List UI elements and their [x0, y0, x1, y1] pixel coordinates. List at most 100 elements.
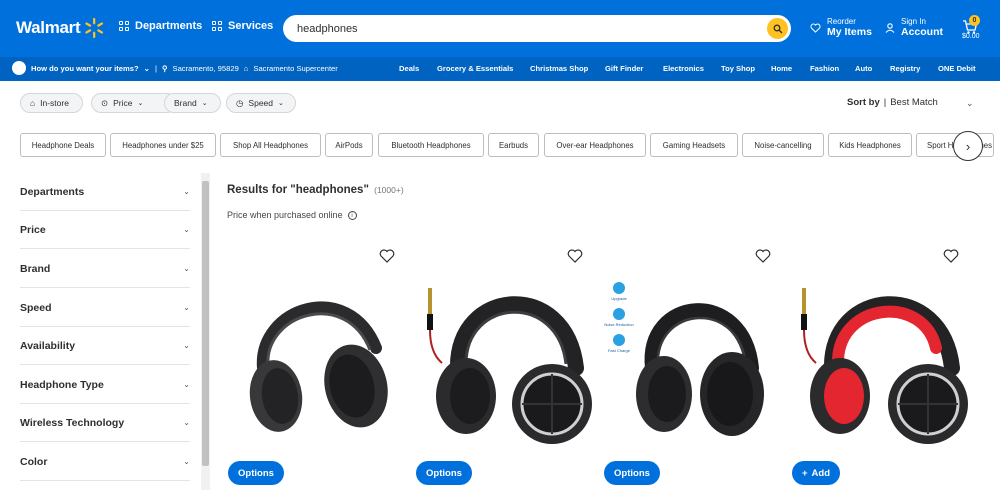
product-card[interactable]: + Add: [792, 248, 972, 490]
price-note: Price when purchased online i: [227, 210, 357, 220]
zip-label: Sacramento, 95829: [172, 63, 239, 73]
sidebar-item-speed[interactable]: Speed ⌄: [20, 289, 190, 327]
button-label: Options: [614, 467, 650, 479]
chevron-down-icon: ⌄: [278, 100, 284, 107]
chevron-down-icon[interactable]: ⌄: [966, 98, 974, 109]
nav-gift-finder[interactable]: Gift Finder: [605, 64, 643, 73]
grid-icon: [212, 21, 222, 31]
pill-earbuds[interactable]: Earbuds: [488, 133, 539, 157]
add-to-cart-button[interactable]: + Add: [792, 461, 840, 485]
nav-grocery[interactable]: Grocery & Essentials: [437, 64, 513, 73]
chevron-down-icon: ⌄: [183, 341, 190, 350]
product-image[interactable]: [228, 268, 408, 448]
chevron-down-icon: ⌄: [183, 457, 190, 466]
chip-speed[interactable]: ◷ Speed ⌄: [226, 93, 296, 113]
departments-menu[interactable]: Departments: [119, 20, 202, 32]
search-icon: [773, 24, 782, 33]
chevron-down-icon: ⌄: [183, 418, 190, 427]
search-button[interactable]: [767, 18, 788, 39]
favorite-heart-icon[interactable]: [943, 248, 959, 264]
sidebar-item-brand[interactable]: Brand ⌄: [20, 250, 190, 288]
price-note-text: Price when purchased online: [227, 210, 343, 220]
pill-kids[interactable]: Kids Headphones: [828, 133, 912, 157]
fulfillment-label: How do you want your items?: [31, 63, 139, 73]
sidebar-item-departments[interactable]: Departments ⌄: [20, 173, 190, 211]
product-image[interactable]: [604, 268, 784, 448]
nav-home[interactable]: Home: [771, 64, 792, 73]
product-card[interactable]: Options: [228, 248, 408, 490]
sidebar-item-color[interactable]: Color ⌄: [20, 443, 190, 481]
options-button[interactable]: Options: [228, 461, 284, 485]
results-count: (1000+): [374, 185, 404, 195]
chevron-down-icon: ⌄: [183, 187, 190, 196]
favorite-heart-icon[interactable]: [755, 248, 771, 264]
sidebar-item-label: Color: [20, 455, 48, 468]
nav-registry[interactable]: Registry: [890, 64, 920, 73]
options-button[interactable]: Options: [604, 461, 660, 485]
sidebar-item-availability[interactable]: Availability ⌄: [20, 327, 190, 365]
product-card[interactable]: Options: [416, 248, 596, 490]
sort-divider: |: [883, 97, 887, 108]
pill-headphones-under-25[interactable]: Headphones under $25: [110, 133, 216, 157]
clock-icon: ◷: [236, 97, 244, 108]
results-title-text: Results for "headphones": [227, 184, 369, 196]
services-menu[interactable]: Services: [212, 20, 273, 32]
chevron-down-icon: ⌄: [183, 264, 190, 273]
nav-christmas[interactable]: Christmas Shop: [530, 64, 588, 73]
user-icon: [885, 22, 895, 33]
nav-auto[interactable]: Auto: [855, 64, 872, 73]
product-image[interactable]: [792, 268, 972, 448]
grid-icon: [119, 21, 129, 31]
sidebar-scrollbar[interactable]: [201, 173, 210, 490]
nav-fashion[interactable]: Fashion: [810, 64, 839, 73]
account-link[interactable]: Sign In Account: [885, 17, 943, 38]
fulfillment-selector[interactable]: How do you want your items? ⌄ | ⚲ Sacram…: [12, 61, 338, 75]
nav-deals[interactable]: Deals: [399, 64, 419, 73]
sidebar-item-wireless[interactable]: Wireless Technology ⌄: [20, 404, 190, 442]
chevron-down-icon: ⌄: [137, 100, 144, 107]
chip-in-store[interactable]: ⌂ In-store: [20, 93, 83, 113]
chevron-down-icon: ⌄: [183, 225, 190, 234]
sidebar-item-label: Departments: [20, 185, 85, 198]
product-image[interactable]: [416, 268, 596, 448]
sort-selector[interactable]: Sort by | Best Match: [847, 97, 938, 108]
nav-toy-shop[interactable]: Toy Shop: [721, 64, 755, 73]
search-input[interactable]: [297, 22, 737, 35]
heart-icon: [810, 23, 821, 33]
filter-sidebar: Departments ⌄ Price ⌄ Brand ⌄ Speed ⌄ Availa…: [0, 173, 210, 490]
services-label: Services: [228, 20, 274, 32]
reorder-big-label: My Items: [827, 26, 872, 38]
pill-gaming[interactable]: Gaming Headsets: [650, 133, 738, 157]
sidebar-item-headphone-type[interactable]: Headphone Type ⌄: [20, 366, 190, 404]
chevron-down-icon: ⌄: [201, 100, 208, 107]
pill-airpods[interactable]: AirPods: [325, 133, 373, 157]
spark-icon: [85, 17, 104, 39]
fulfillment-icon: [12, 61, 26, 75]
pill-bluetooth[interactable]: Bluetooth Headphones: [378, 133, 484, 157]
scrollbar-thumb[interactable]: [202, 181, 209, 466]
sort-label: Sort by: [847, 97, 880, 108]
pill-shop-all[interactable]: Shop All Headphones: [220, 133, 321, 157]
nav-one-debit[interactable]: ONE Debit: [938, 64, 976, 73]
favorite-heart-icon[interactable]: [567, 248, 583, 264]
chevron-right-icon[interactable]: ›: [953, 131, 983, 161]
sub-navigation: How do you want your items? ⌄ | ⚲ Sacram…: [0, 57, 1000, 81]
favorite-heart-icon[interactable]: [379, 248, 395, 264]
pill-headphone-deals[interactable]: Headphone Deals: [20, 133, 106, 157]
product-card[interactable]: Upgrade Noise Reduction Fast Charge Opti…: [604, 248, 784, 490]
reorder-link[interactable]: Reorder My Items: [810, 17, 872, 38]
cart-count-badge: 0: [969, 15, 980, 26]
chip-label: Brand: [174, 98, 197, 108]
pill-noise-cancelling[interactable]: Noise-cancelling: [742, 133, 824, 157]
store-icon: ⌂: [243, 63, 249, 73]
info-icon[interactable]: i: [347, 210, 357, 220]
reorder-small-label: Reorder: [827, 17, 856, 26]
nav-electronics[interactable]: Electronics: [663, 64, 704, 73]
store-label: Sacramento Supercenter: [253, 63, 338, 73]
pill-over-ear[interactable]: Over-ear Headphones: [544, 133, 646, 157]
options-button[interactable]: Options: [416, 461, 472, 485]
chip-brand[interactable]: Brand ⌄: [164, 93, 221, 113]
walmart-logo[interactable]: Walmart: [16, 17, 105, 39]
sidebar-item-price[interactable]: Price ⌄: [20, 211, 190, 249]
top-header: Walmart Departments Services headphones …: [0, 0, 1000, 57]
